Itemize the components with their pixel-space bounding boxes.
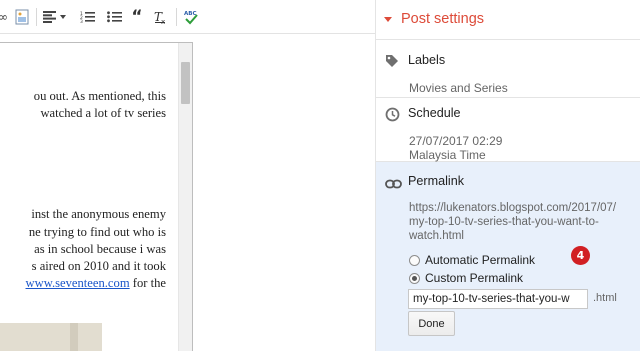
custom-permalink-radio[interactable]	[409, 272, 420, 284]
caret-down-icon	[384, 17, 392, 22]
labels-value: Movies and Series	[409, 81, 508, 95]
schedule-section[interactable]: Schedule 27/07/2017 02:29 Malaysia Time	[376, 98, 640, 162]
svg-text:3: 3	[80, 19, 83, 23]
schedule-title: Schedule	[408, 106, 461, 120]
quote-icon[interactable]: “	[129, 7, 145, 27]
scrollbar-thumb[interactable]	[181, 62, 190, 104]
toolbar-separator	[36, 8, 37, 26]
custom-permalink-input[interactable]	[408, 289, 588, 309]
text-line: inst the anonymous enemy	[31, 207, 166, 221]
editor-toolbar: ∞ 123 “ Tx ABC	[0, 0, 375, 34]
post-settings-panel: Post settings Labels Movies and Series S…	[375, 0, 640, 351]
partial-link-icon[interactable]: ∞	[0, 7, 10, 27]
permalink-section: Permalink https://lukenators.blogspot.co…	[376, 162, 640, 351]
schedule-date: 27/07/2017 02:29	[409, 134, 503, 148]
clock-icon	[385, 107, 400, 127]
post-editor: ∞ 123 “ Tx ABC ou out. As mentioned, thi…	[0, 0, 375, 351]
permalink-url-line: watch.html	[409, 230, 464, 242]
seventeen-link[interactable]: www.seventeen.com	[26, 276, 130, 290]
text-line: s aired on 2010 and it took	[31, 259, 166, 273]
post-settings-header[interactable]: Post settings	[376, 0, 640, 40]
embedded-image[interactable]	[0, 323, 102, 351]
editor-document[interactable]: ou out. As mentioned, this watched a lot…	[0, 42, 193, 351]
numbered-list-icon[interactable]: 123	[78, 7, 96, 27]
toolbar-separator	[176, 8, 177, 26]
labels-section[interactable]: Labels Movies and Series	[376, 41, 640, 98]
html-suffix: .html	[593, 292, 617, 304]
text-line: ou out. As mentioned, this	[33, 89, 166, 103]
embedded-image-detail	[70, 323, 78, 351]
post-settings-title: Post settings	[401, 11, 485, 27]
text-line: watched a lot of tv series	[40, 106, 166, 120]
svg-text:x: x	[161, 18, 165, 24]
link-icon	[385, 176, 402, 194]
text-line: as in school because i was	[34, 242, 166, 256]
align-menu-icon[interactable]	[42, 7, 68, 27]
bulleted-list-icon[interactable]	[105, 7, 123, 27]
spellcheck-icon[interactable]: ABC	[182, 7, 200, 27]
done-button[interactable]: Done	[408, 311, 455, 336]
remove-formatting-icon[interactable]: Tx	[152, 7, 170, 27]
automatic-permalink-option[interactable]: Automatic Permalink	[409, 253, 535, 267]
automatic-permalink-label: Automatic Permalink	[425, 253, 536, 267]
automatic-permalink-radio[interactable]	[409, 254, 420, 266]
permalink-url-line: my-top-10-tv-series-that-you-want-to-	[409, 216, 599, 228]
custom-permalink-label: Custom Permalink	[425, 271, 524, 285]
tag-icon	[385, 54, 399, 73]
insert-image-icon[interactable]	[14, 7, 30, 27]
labels-title: Labels	[408, 53, 446, 67]
text-line: ne trying to find out who is	[28, 225, 166, 239]
permalink-url-line: https://lukenators.blogspot.com/2017/07/	[409, 202, 617, 214]
editor-text-area[interactable]: ou out. As mentioned, this watched a lot…	[0, 43, 178, 351]
text-line: www.seventeen.com for the	[26, 276, 166, 291]
svg-text:ABC: ABC	[184, 11, 197, 17]
text-fragment: for the	[132, 276, 166, 290]
custom-permalink-option[interactable]: Custom Permalink	[409, 271, 523, 285]
permalink-title: Permalink	[408, 174, 464, 188]
step-number-badge: 4	[571, 246, 590, 265]
editor-scrollbar[interactable]	[178, 43, 192, 351]
schedule-timezone: Malaysia Time	[409, 148, 486, 162]
